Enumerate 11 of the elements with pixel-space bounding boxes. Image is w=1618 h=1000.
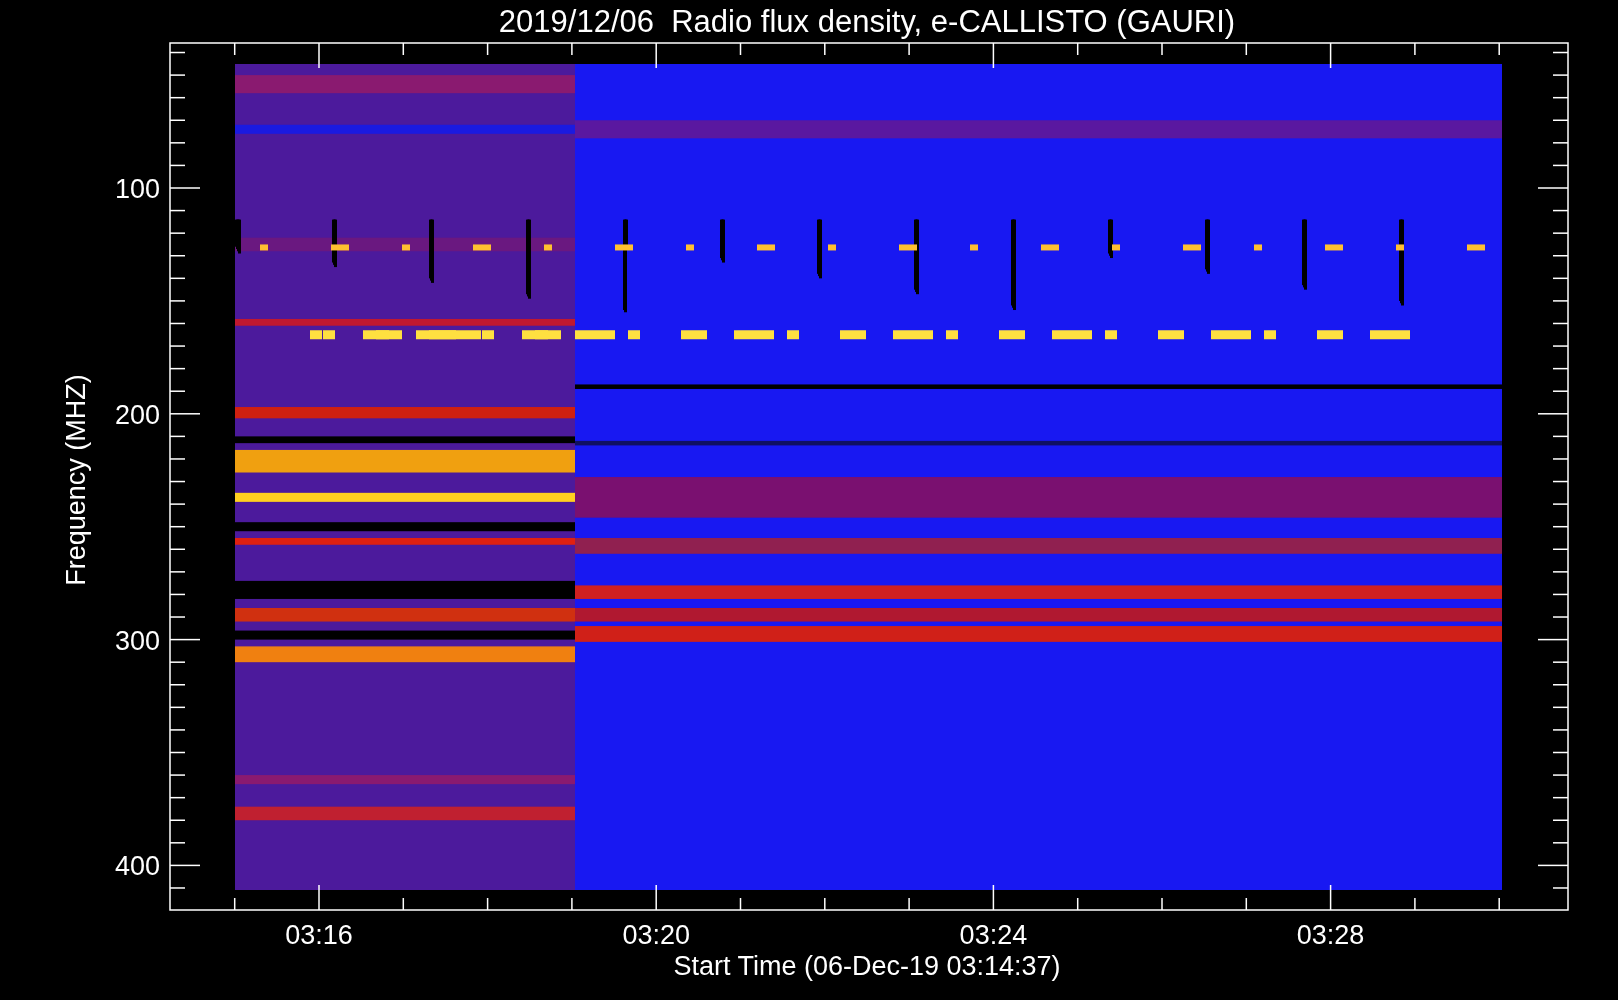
x-tick-label: 03:20 [622,920,690,950]
chart-title: 2019/12/06 Radio flux density, e-CALLISTO (GAURI) [498,4,1236,39]
y-axis-label: Frequency (MHZ) [61,374,91,586]
y-tick-label: 200 [114,399,160,430]
x-axis-label: Start Time (06-Dec-19 03:14:37) [673,951,1061,981]
y-tick-label: 100 [114,174,160,204]
x-tick-label: 03:28 [1296,920,1365,950]
y-tick-label: 400 [114,851,160,882]
x-tick-label: 03:24 [959,920,1028,950]
x-tick-label: 03:16 [285,920,353,950]
y-tick-label: 300 [114,625,160,656]
